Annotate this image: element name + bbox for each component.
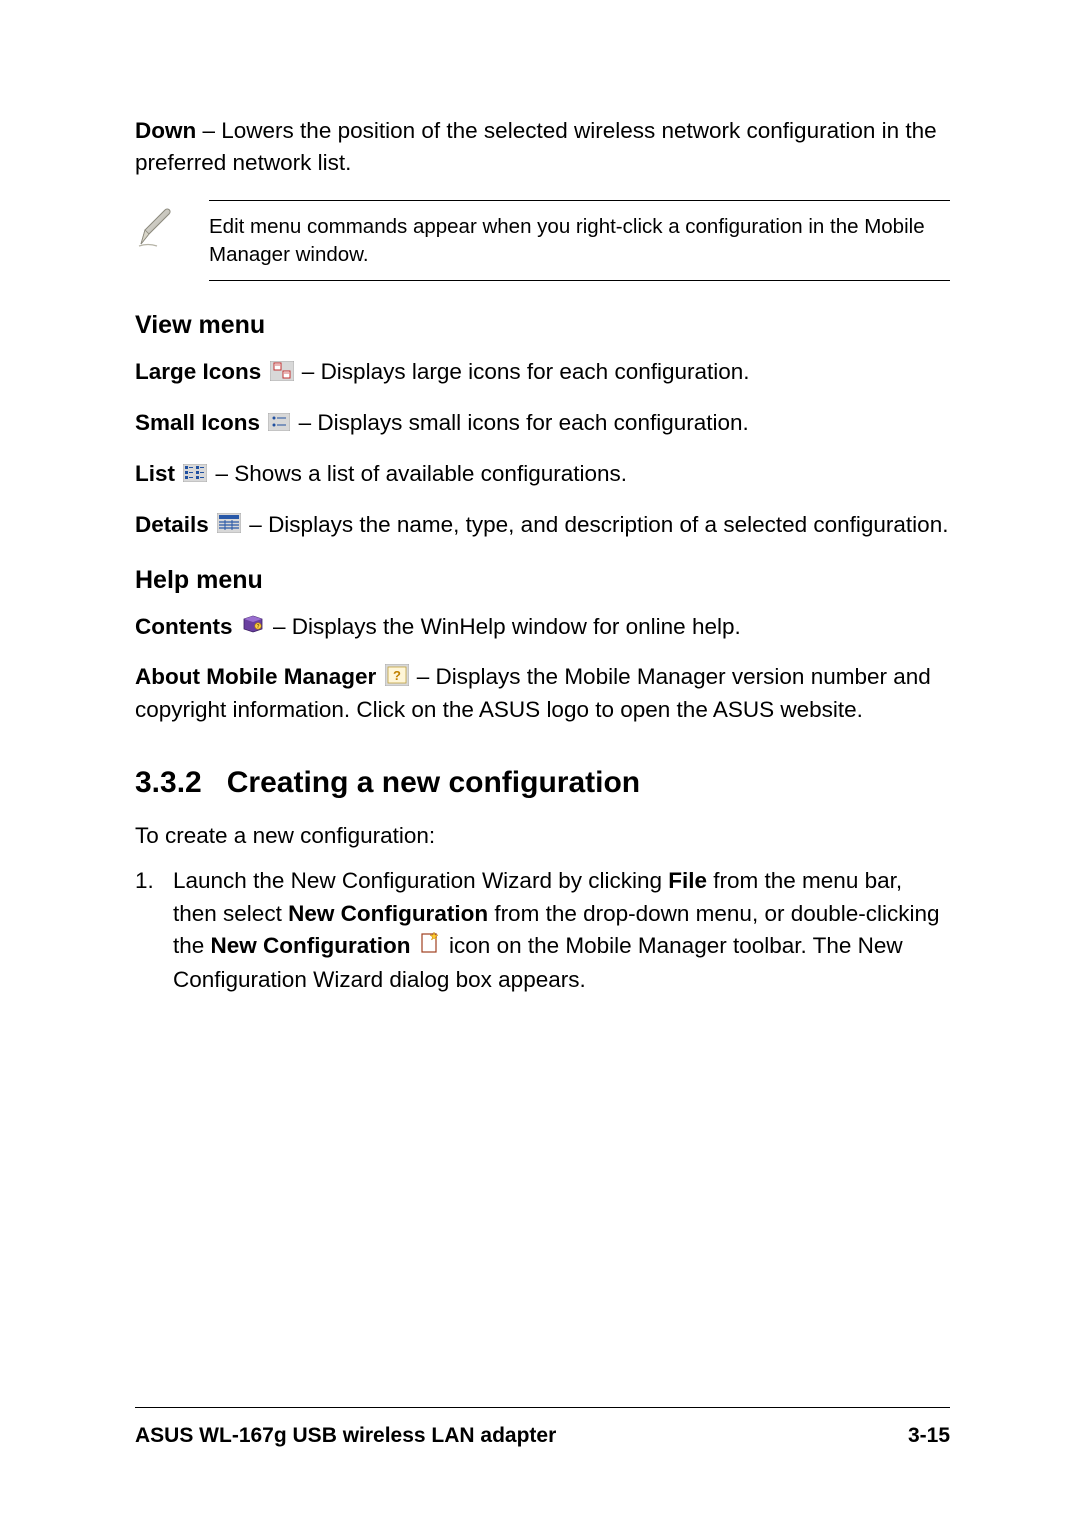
- pencil-icon: [135, 200, 209, 250]
- details-line: Details – Displays the name, type, and d…: [135, 509, 950, 542]
- large-icons-line: Large Icons – Displays large icons for e…: [135, 356, 950, 389]
- small-icons-label: Small Icons: [135, 410, 266, 435]
- svg-text:?: ?: [256, 624, 259, 630]
- down-paragraph: Down – Lowers the position of the select…: [135, 115, 950, 178]
- contents-label: Contents: [135, 614, 239, 639]
- list-icon: [183, 459, 207, 491]
- about-label: About Mobile Manager: [135, 664, 383, 689]
- down-label: Down: [135, 118, 196, 143]
- section-intro: To create a new configuration:: [135, 820, 950, 852]
- contents-line: Contents ? – Displays the WinHelp window…: [135, 611, 950, 644]
- note-block: Edit menu commands appear when you right…: [135, 200, 950, 281]
- small-icons-icon: [268, 408, 290, 440]
- contents-text: – Displays the WinHelp window for online…: [267, 614, 741, 639]
- large-icons-icon: [270, 358, 294, 390]
- help-menu-heading: Help menu: [135, 566, 950, 595]
- section-num: 3.3.2: [135, 766, 202, 799]
- details-text: – Displays the name, type, and descripti…: [243, 512, 948, 537]
- list-text: – Shows a list of available configuratio…: [209, 461, 627, 486]
- small-icons-text: – Displays small icons for each configur…: [292, 410, 748, 435]
- about-icon: ?: [385, 663, 409, 695]
- down-text: – Lowers the position of the selected wi…: [135, 118, 937, 175]
- small-icons-line: Small Icons – Displays small icons for e…: [135, 407, 950, 440]
- note-text: Edit menu commands appear when you right…: [209, 200, 950, 281]
- section-heading: 3.3.2 Creating a new configuration: [135, 766, 950, 800]
- footer-left: ASUS WL-167g USB wireless LAN adapter: [135, 1424, 556, 1448]
- contents-icon: ?: [241, 612, 265, 644]
- svg-text:?: ?: [393, 668, 401, 683]
- about-line: About Mobile Manager ? – Displays the Mo…: [135, 661, 950, 725]
- footer-right: 3-15: [908, 1424, 950, 1448]
- details-icon: [217, 510, 241, 542]
- large-icons-label: Large Icons: [135, 359, 268, 384]
- step-1: 1. Launch the New Configuration Wizard b…: [135, 865, 950, 997]
- list-line: List – Shows a list of available configu…: [135, 458, 950, 491]
- list-label: List: [135, 461, 181, 486]
- step-1-body: Launch the New Configuration Wizard by c…: [173, 865, 950, 997]
- step-1-num: 1.: [135, 865, 173, 997]
- view-menu-heading: View menu: [135, 311, 950, 340]
- section-title: Creating a new configuration: [227, 766, 640, 799]
- large-icons-text: – Displays large icons for each configur…: [296, 359, 750, 384]
- new-config-icon: [419, 931, 441, 965]
- details-label: Details: [135, 512, 215, 537]
- page-footer: ASUS WL-167g USB wireless LAN adapter 3-…: [135, 1407, 950, 1448]
